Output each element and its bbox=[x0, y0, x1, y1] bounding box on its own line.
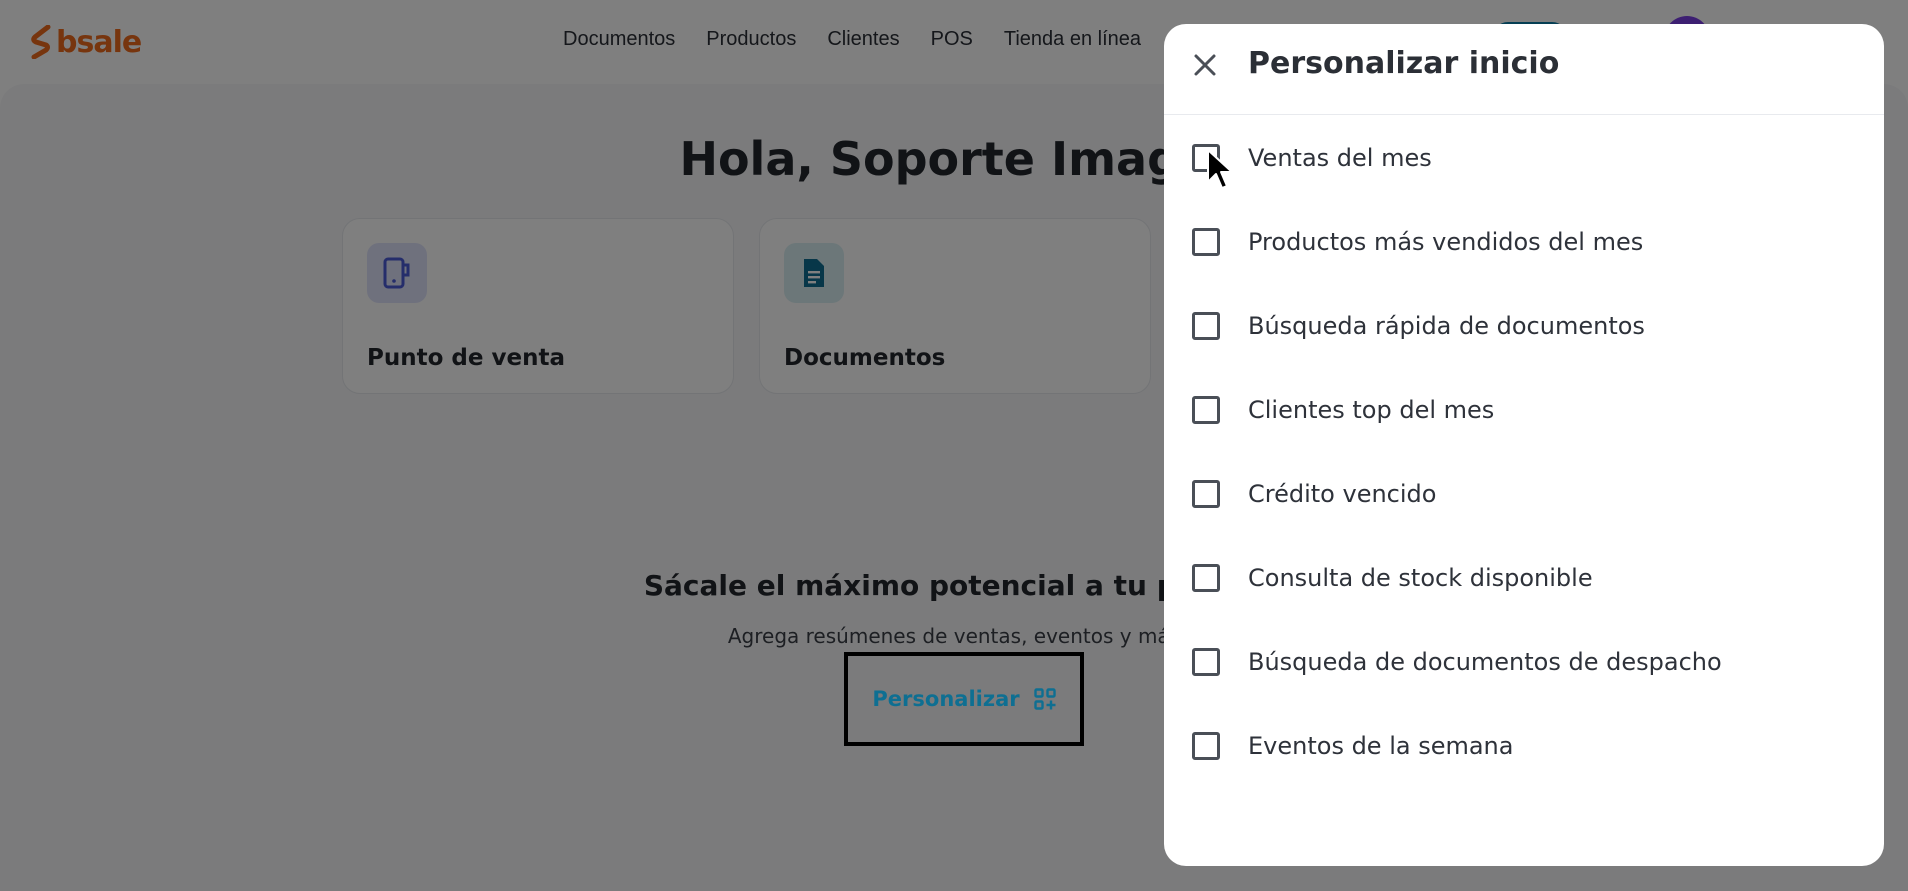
checkbox[interactable] bbox=[1192, 564, 1220, 592]
option-consulta-stock[interactable]: Consulta de stock disponible bbox=[1192, 558, 1832, 598]
drawer-header: Personalizar inicio bbox=[1164, 24, 1884, 115]
option-label: Ventas del mes bbox=[1248, 144, 1432, 172]
personalize-button[interactable]: Personalizar bbox=[844, 652, 1084, 746]
option-clientes-top[interactable]: Clientes top del mes bbox=[1192, 390, 1832, 430]
option-label: Búsqueda rápida de documentos bbox=[1248, 312, 1645, 340]
drawer-title: Personalizar inicio bbox=[1248, 46, 1560, 81]
option-productos-mas-vendidos[interactable]: Productos más vendidos del mes bbox=[1192, 222, 1832, 262]
option-label: Eventos de la semana bbox=[1248, 732, 1514, 760]
option-eventos-semana[interactable]: Eventos de la semana bbox=[1192, 726, 1832, 766]
option-credito-vencido[interactable]: Crédito vencido bbox=[1192, 474, 1832, 514]
option-label: Consulta de stock disponible bbox=[1248, 564, 1593, 592]
personalize-label: Personalizar bbox=[872, 687, 1020, 711]
option-busqueda-rapida-documentos[interactable]: Búsqueda rápida de documentos bbox=[1192, 306, 1832, 346]
personalize-drawer: Personalizar inicio Ventas del mes Produ… bbox=[1164, 24, 1884, 866]
option-label: Búsqueda de documentos de despacho bbox=[1248, 648, 1722, 676]
checkbox[interactable] bbox=[1192, 480, 1220, 508]
add-widget-icon bbox=[1033, 688, 1056, 710]
checkbox[interactable] bbox=[1192, 396, 1220, 424]
checkbox[interactable] bbox=[1192, 312, 1220, 340]
option-label: Clientes top del mes bbox=[1248, 396, 1495, 424]
option-ventas-del-mes[interactable]: Ventas del mes bbox=[1192, 138, 1832, 178]
option-documentos-despacho[interactable]: Búsqueda de documentos de despacho bbox=[1192, 642, 1832, 682]
close-button[interactable] bbox=[1190, 50, 1220, 80]
option-label: Productos más vendidos del mes bbox=[1248, 228, 1644, 256]
checkbox[interactable] bbox=[1192, 228, 1220, 256]
mouse-cursor-icon bbox=[1207, 149, 1233, 189]
close-icon bbox=[1194, 54, 1216, 76]
option-label: Crédito vencido bbox=[1248, 480, 1437, 508]
checkbox[interactable] bbox=[1192, 648, 1220, 676]
checkbox[interactable] bbox=[1192, 732, 1220, 760]
